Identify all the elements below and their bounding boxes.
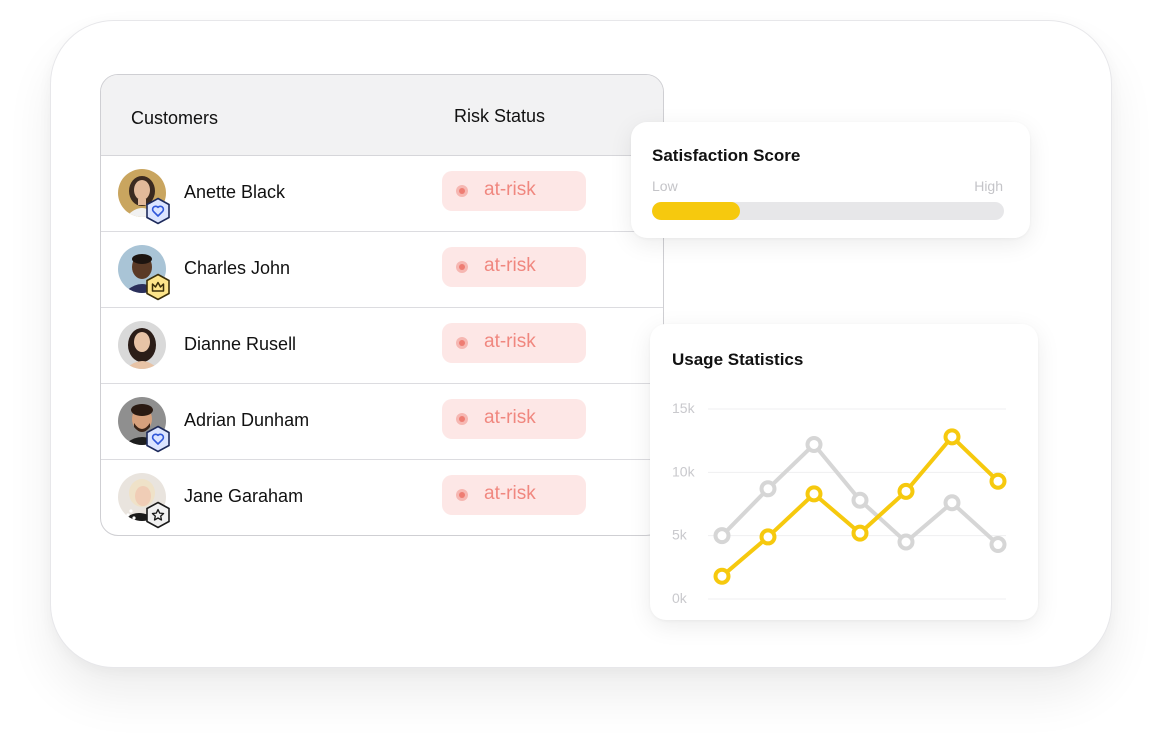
data-point[interactable] — [989, 536, 1007, 554]
table-row[interactable]: Anette Black at-risk — [101, 156, 663, 232]
table-row[interactable]: Adrian Dunham at-risk — [101, 384, 663, 460]
status-dot-icon — [456, 261, 468, 273]
table-header: Customers Risk Status — [101, 75, 663, 156]
satisfaction-score-card: Satisfaction Score Low High — [631, 122, 1030, 238]
heart-badge-icon — [145, 197, 171, 225]
data-point[interactable] — [805, 485, 823, 503]
scale-high-label: High — [974, 178, 1003, 194]
risk-status-label: at-risk — [484, 255, 536, 276]
data-point[interactable] — [943, 428, 961, 446]
customer-name: Adrian Dunham — [184, 410, 310, 430]
satisfaction-title: Satisfaction Score — [652, 146, 801, 165]
risk-status-label: at-risk — [484, 407, 536, 428]
data-point[interactable] — [759, 528, 777, 546]
data-point[interactable] — [989, 472, 1007, 490]
heart-badge-icon — [145, 425, 171, 453]
data-point[interactable] — [713, 527, 731, 545]
data-point[interactable] — [851, 524, 869, 542]
customer-name: Anette Black — [184, 182, 286, 202]
star-badge-icon — [145, 501, 171, 529]
data-point[interactable] — [759, 480, 777, 498]
satisfaction-progress-bar — [652, 202, 1004, 220]
data-point[interactable] — [943, 494, 961, 512]
satisfaction-progress-fill — [652, 202, 740, 220]
risk-status-badge: at-risk — [442, 323, 586, 363]
risk-status-badge: at-risk — [442, 399, 586, 439]
risk-status-badge: at-risk — [442, 475, 586, 515]
crown-badge-icon — [145, 273, 171, 301]
risk-status-label: at-risk — [484, 483, 536, 504]
data-point[interactable] — [897, 482, 915, 500]
risk-status-column-header[interactable]: Risk Status — [454, 106, 545, 127]
y-axis-tick-label: 5k — [672, 527, 688, 543]
data-point[interactable] — [851, 491, 869, 509]
usage-statistics-card: Usage Statistics 15k 10k 5k 0k — [650, 324, 1038, 620]
avatar — [118, 321, 166, 369]
y-axis-tick-label: 10k — [672, 463, 696, 479]
data-point[interactable] — [713, 567, 731, 585]
risk-status-badge: at-risk — [442, 247, 586, 287]
risk-status-badge: at-risk — [442, 171, 586, 211]
y-axis-tick-label: 0k — [672, 590, 688, 606]
status-dot-icon — [456, 337, 468, 349]
customer-name: Dianne Rusell — [184, 334, 297, 354]
customers-table: Customers Risk Status Anette Black at-ri… — [100, 74, 664, 536]
table-row[interactable]: Charles John at-risk — [101, 232, 663, 308]
table-row[interactable]: Jane Garaham at-risk — [101, 460, 663, 535]
customer-name: Charles John — [184, 258, 291, 278]
usage-line-chart: 15k 10k 5k 0k — [672, 400, 1007, 606]
risk-status-label: at-risk — [484, 179, 536, 200]
scale-low-label: Low — [652, 178, 678, 194]
customers-column-header[interactable]: Customers — [131, 108, 218, 129]
risk-status-label: at-risk — [484, 331, 536, 352]
data-point[interactable] — [805, 435, 823, 453]
customer-name: Jane Garaham — [184, 486, 304, 506]
y-axis-tick-label: 15k — [672, 400, 696, 416]
status-dot-icon — [456, 413, 468, 425]
status-dot-icon — [456, 185, 468, 197]
data-point[interactable] — [897, 533, 915, 551]
table-row[interactable]: Dianne Rusell at-risk — [101, 308, 663, 384]
status-dot-icon — [456, 489, 468, 501]
